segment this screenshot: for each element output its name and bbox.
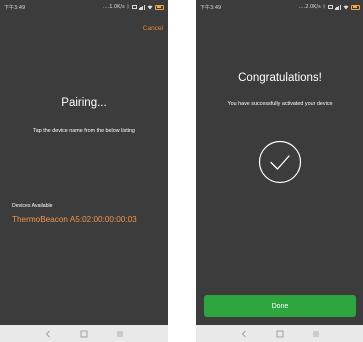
success-message: You have successfully activated your dev… <box>227 101 333 107</box>
checkmark-circle-icon <box>258 140 302 184</box>
navigation-bar <box>0 325 168 342</box>
status-time: 下午3:49 <box>4 4 26 11</box>
signal-icon <box>334 4 341 10</box>
menu-lines-icon[interactable] <box>311 329 321 339</box>
status-bar: 下午3:49 ....1.0K/s ᛒ <box>0 0 168 14</box>
cancel-button[interactable]: Cancel <box>143 25 163 32</box>
status-bar: 下午3:49 ....2.0K/s ᛒ <box>196 0 363 14</box>
wifi-icon <box>147 5 153 9</box>
page-title: Congratulations! <box>238 72 322 84</box>
success-screen: 下午3:49 ....2.0K/s ᛒ Congratulations! You… <box>196 0 363 342</box>
home-square-icon[interactable] <box>275 329 285 339</box>
device-list-item[interactable]: ThermoBeacon A5:02:00:00:00:03 <box>12 215 137 224</box>
signal-icon <box>138 4 145 10</box>
pairing-screen: 下午3:49 ....1.0K/s ᛒ Cancel Pairing... Ta… <box>0 0 168 342</box>
sim-icon <box>327 5 333 9</box>
battery-icon <box>351 4 360 10</box>
home-square-icon[interactable] <box>79 329 89 339</box>
navigation-bar <box>196 325 363 342</box>
done-button[interactable]: Done <box>204 295 356 317</box>
back-chevron-icon[interactable] <box>239 329 249 339</box>
wifi-icon <box>343 5 349 9</box>
instruction-text: Tap the device name from the below listi… <box>33 128 135 134</box>
sim-icon <box>131 5 137 9</box>
bluetooth-icon: ᛒ <box>322 4 326 10</box>
network-speed: ....1.0K/s <box>102 4 125 10</box>
page-title: Pairing... <box>61 97 107 109</box>
back-chevron-icon[interactable] <box>43 329 53 339</box>
bluetooth-icon: ᛒ <box>126 4 130 10</box>
status-time: 下午3:49 <box>200 4 222 11</box>
menu-lines-icon[interactable] <box>115 329 125 339</box>
network-speed: ....2.0K/s <box>298 4 321 10</box>
devices-available-label: Devices Available <box>12 203 53 209</box>
battery-icon <box>155 4 164 10</box>
